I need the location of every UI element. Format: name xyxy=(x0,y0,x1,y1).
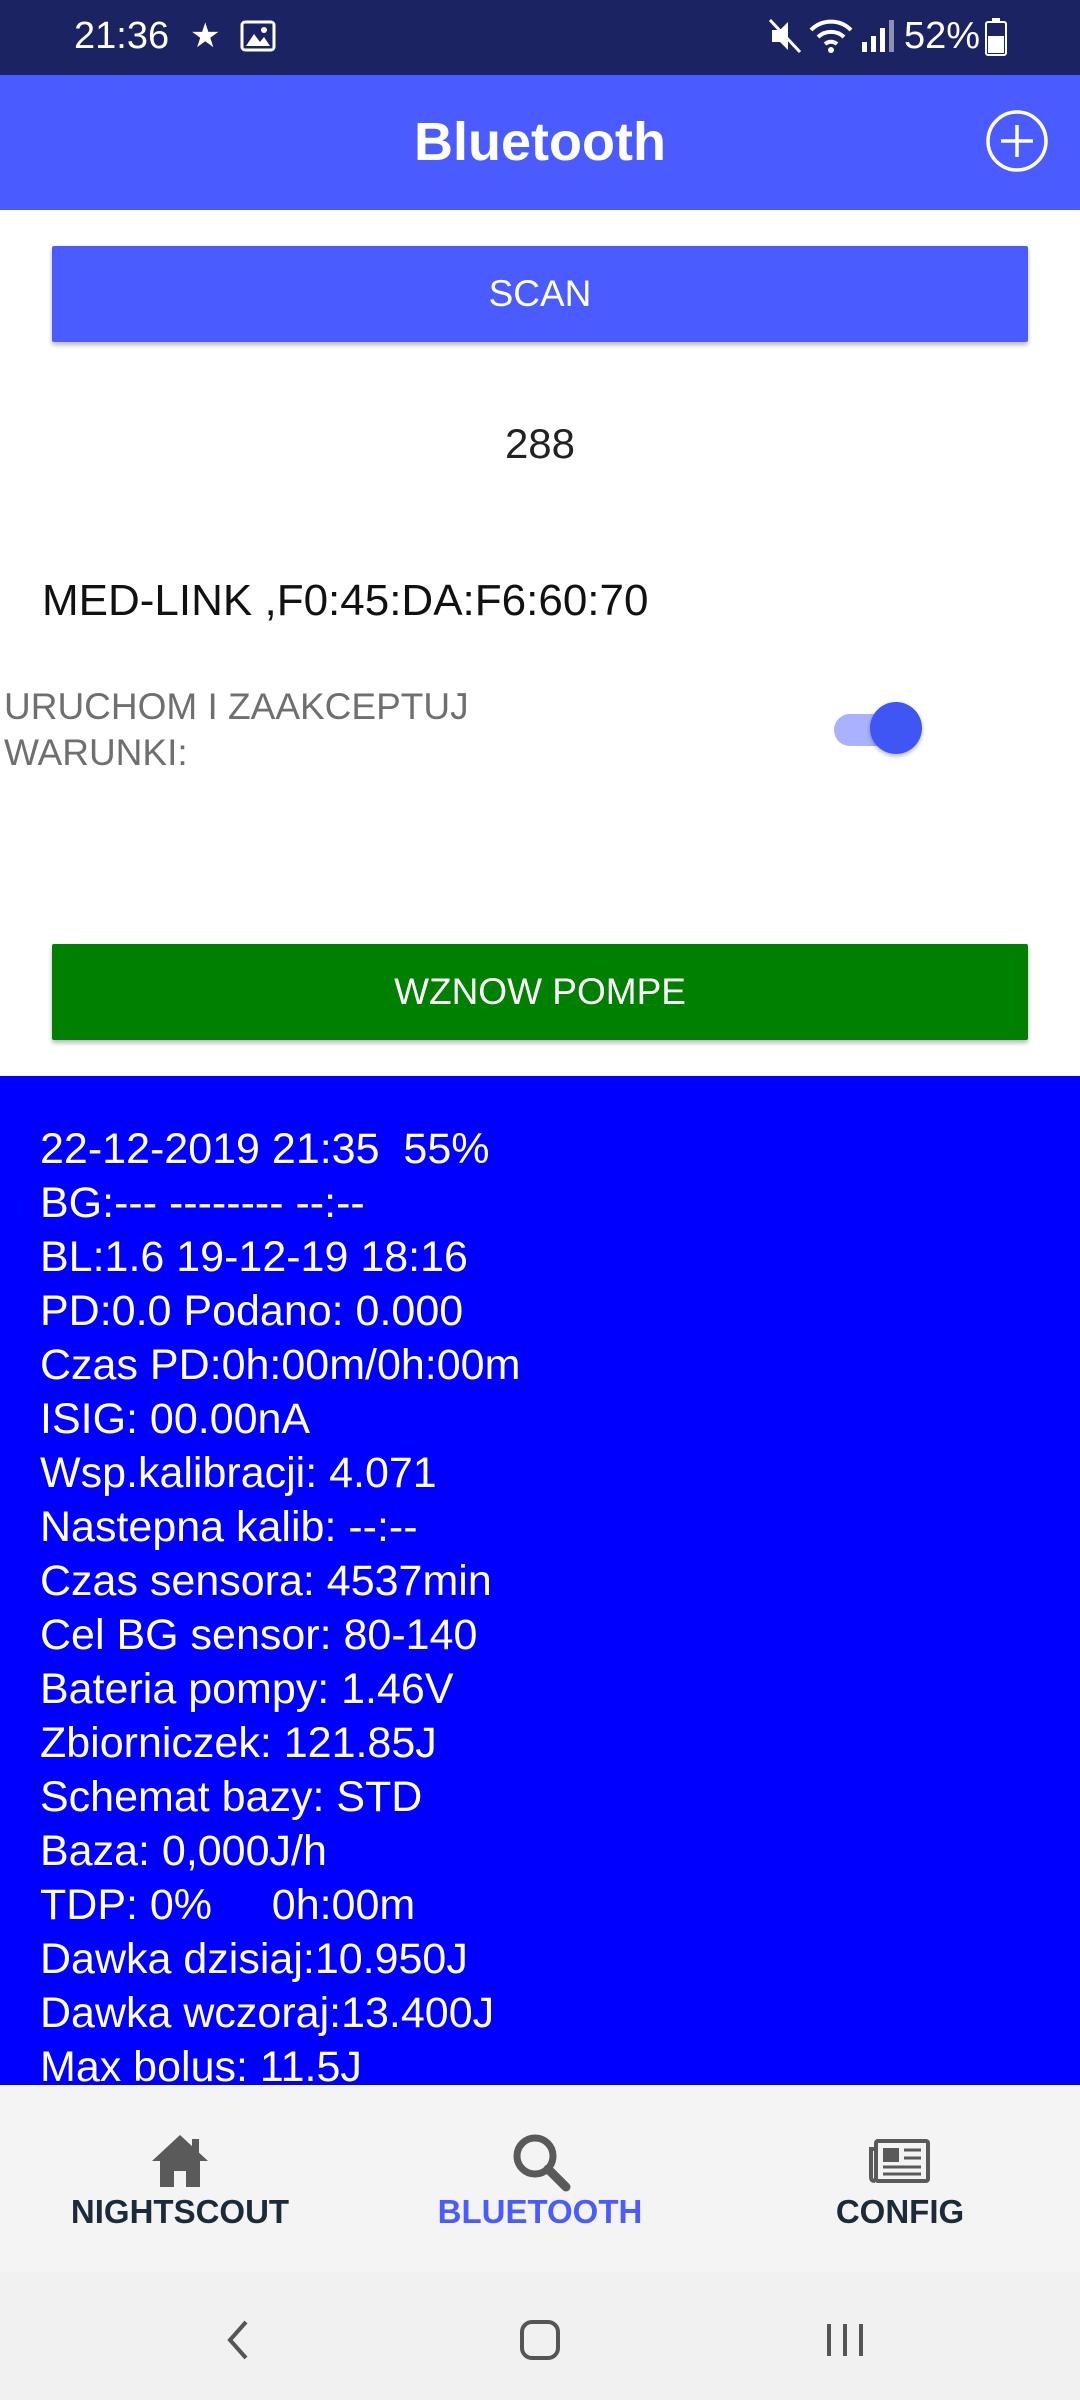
accept-terms-toggle[interactable] xyxy=(834,700,922,756)
star-icon: ★ xyxy=(190,17,221,55)
battery-icon xyxy=(985,18,1007,56)
nav-item-bluetooth[interactable]: BLUETOOTH xyxy=(360,2085,720,2272)
info-line: PD:0.0 Podano: 0.000 xyxy=(40,1287,464,1335)
pump-info-lines: 22-12-2019 21:35 55% BG:--- -------- --:… xyxy=(40,1122,520,2085)
info-line: TDP: 0% 0h:00m xyxy=(40,1881,416,1929)
system-navigation xyxy=(0,2272,1080,2400)
device-count: 288 xyxy=(504,420,576,467)
info-line: Czas sensora: 4537min xyxy=(40,1557,492,1605)
info-line: Cel BG sensor: 80-140 xyxy=(40,1611,478,1659)
info-line: Czas PD:0h:00m/0h:00m xyxy=(40,1341,521,1389)
info-line: Schemat bazy: STD xyxy=(40,1773,423,1821)
info-line: BL:1.6 19-12-19 18:16 xyxy=(40,1233,468,1281)
info-line: Nastepna kalib: --:-- xyxy=(40,1503,418,1551)
nav-label: BLUETOOTH xyxy=(437,2193,643,2230)
home-icon xyxy=(152,2135,208,2187)
nav-item-config[interactable]: CONFIG xyxy=(720,2085,1080,2272)
search-icon xyxy=(513,2134,571,2192)
info-line: Wsp.kalibracji: 4.071 xyxy=(40,1449,437,1497)
info-line: Bateria pompy: 1.46V xyxy=(40,1665,454,1713)
image-icon xyxy=(240,20,276,52)
app-bar: Bluetooth xyxy=(0,75,1080,210)
add-circle-icon[interactable] xyxy=(982,106,1052,176)
toggle-thumb xyxy=(870,702,922,754)
nav-label: CONFIG xyxy=(835,2193,965,2230)
bottom-navigation: NIGHTSCOUT BLUETOOTH CONFIG xyxy=(0,2085,1080,2272)
info-line: Dawka dzisiaj:10.950J xyxy=(40,1935,468,1983)
device-list-item[interactable]: MED-LINK ,F0:45:DA:F6:60:70 xyxy=(42,576,648,626)
info-line: Dawka wczoraj:13.400J xyxy=(40,1989,495,2037)
page-title: Bluetooth xyxy=(414,112,666,172)
info-line: Max bolus: 11.5J xyxy=(40,2043,362,2085)
status-time: 21:36 xyxy=(74,15,170,57)
info-line: Zbiorniczek: 121.85J xyxy=(40,1719,437,1767)
info-line: Baza: 0,000J/h xyxy=(40,1827,327,1875)
recents-icon[interactable] xyxy=(815,2310,875,2370)
back-icon[interactable] xyxy=(210,2310,270,2370)
nav-label: NIGHTSCOUT xyxy=(70,2193,290,2230)
status-bar: 21:36 ★ 52% xyxy=(0,0,1080,75)
resume-pump-button[interactable]: WZNOW POMPE xyxy=(52,944,1028,1040)
info-line: 22-12-2019 21:35 55% xyxy=(40,1125,490,1173)
mute-icon xyxy=(768,18,802,54)
pump-info-panel: 22-12-2019 21:35 55% BG:--- -------- --:… xyxy=(0,1076,1080,2085)
nav-item-nightscout[interactable]: NIGHTSCOUT xyxy=(0,2085,360,2272)
newspaper-icon xyxy=(869,2139,930,2183)
wifi-icon xyxy=(809,19,853,53)
home-button-icon[interactable] xyxy=(510,2310,570,2370)
scan-button[interactable]: SCAN xyxy=(52,246,1028,342)
signal-icon xyxy=(862,20,894,52)
accept-terms-label: URUCHOM I ZAAKCEPTUJ WARUNKI: xyxy=(4,686,469,773)
info-line: BG:--- -------- --:-- xyxy=(40,1179,365,1227)
battery-percent: 52% xyxy=(904,15,981,57)
info-line: ISIG: 00.00nA xyxy=(40,1395,311,1443)
